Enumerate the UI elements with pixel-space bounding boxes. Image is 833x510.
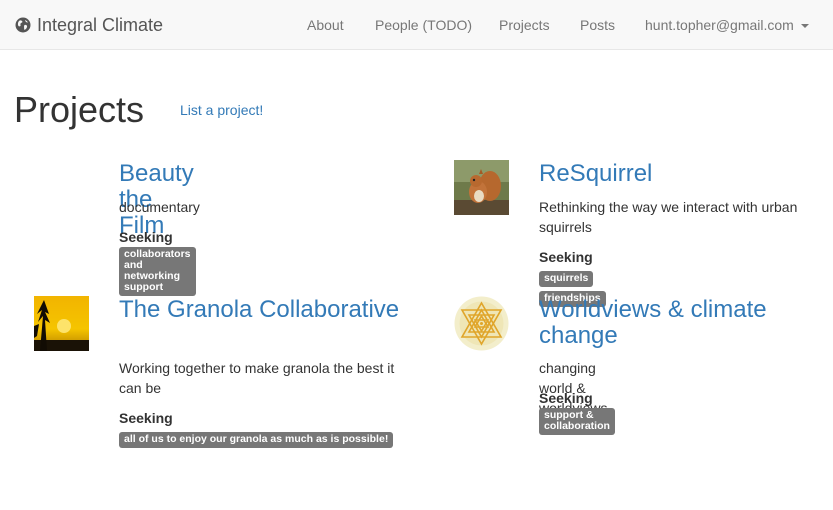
project-description: documentary <box>119 199 200 215</box>
navbar: Integral Climate About People (TODO) Pro… <box>0 0 833 50</box>
seeking-label: Seeking <box>539 249 593 265</box>
seeking-label: Seeking <box>119 229 173 245</box>
nav-people[interactable]: People (TODO) <box>375 0 472 50</box>
nav-posts[interactable]: Posts <box>580 0 615 50</box>
brand-link[interactable]: Integral Climate <box>15 0 163 50</box>
project-title[interactable]: Worldviews & climate change <box>539 297 819 349</box>
squirrel-image <box>454 160 509 215</box>
seeking-row: Seeking support & collaboration <box>539 388 616 435</box>
caret-down-icon <box>800 24 809 29</box>
squirrel-thumbnail[interactable] <box>454 160 509 215</box>
seeking-row: Seeking collaborators and networking sup… <box>119 227 197 296</box>
list-project-link[interactable]: List a project! <box>180 102 263 118</box>
project-description: Rethinking the way we interact with urba… <box>539 199 798 235</box>
seeking-label: Seeking <box>119 410 173 426</box>
seeking-row: Seeking all of us to enjoy our granola a… <box>119 408 419 448</box>
nav-about[interactable]: About <box>307 0 344 50</box>
sri-yantra-image <box>454 296 509 351</box>
sunset-thumbnail[interactable] <box>34 296 89 351</box>
page-title: Projects <box>14 89 145 130</box>
user-menu-dropdown[interactable]: hunt.topher@gmail.com <box>645 0 809 50</box>
nav-projects[interactable]: Projects <box>499 0 550 50</box>
tag-badge: collaborators and networking support <box>119 247 196 296</box>
project-title[interactable]: ReSquirrel <box>539 161 652 187</box>
project-description: Working together to make granola the bes… <box>119 360 395 396</box>
tag-badge: support & collaboration <box>539 408 615 435</box>
project-title[interactable]: The Granola Collaborative <box>119 297 419 323</box>
globe-icon <box>15 17 31 33</box>
brand-name: Integral Climate <box>37 14 164 35</box>
tag-badge: squirrels <box>539 271 594 287</box>
seeking-label: Seeking <box>539 390 593 406</box>
sunset-tree-image <box>34 296 89 351</box>
tag-badge: all of us to enjoy our granola as much a… <box>119 432 394 448</box>
user-email: hunt.topher@gmail.com <box>645 17 794 33</box>
yantra-thumbnail[interactable] <box>454 296 509 351</box>
